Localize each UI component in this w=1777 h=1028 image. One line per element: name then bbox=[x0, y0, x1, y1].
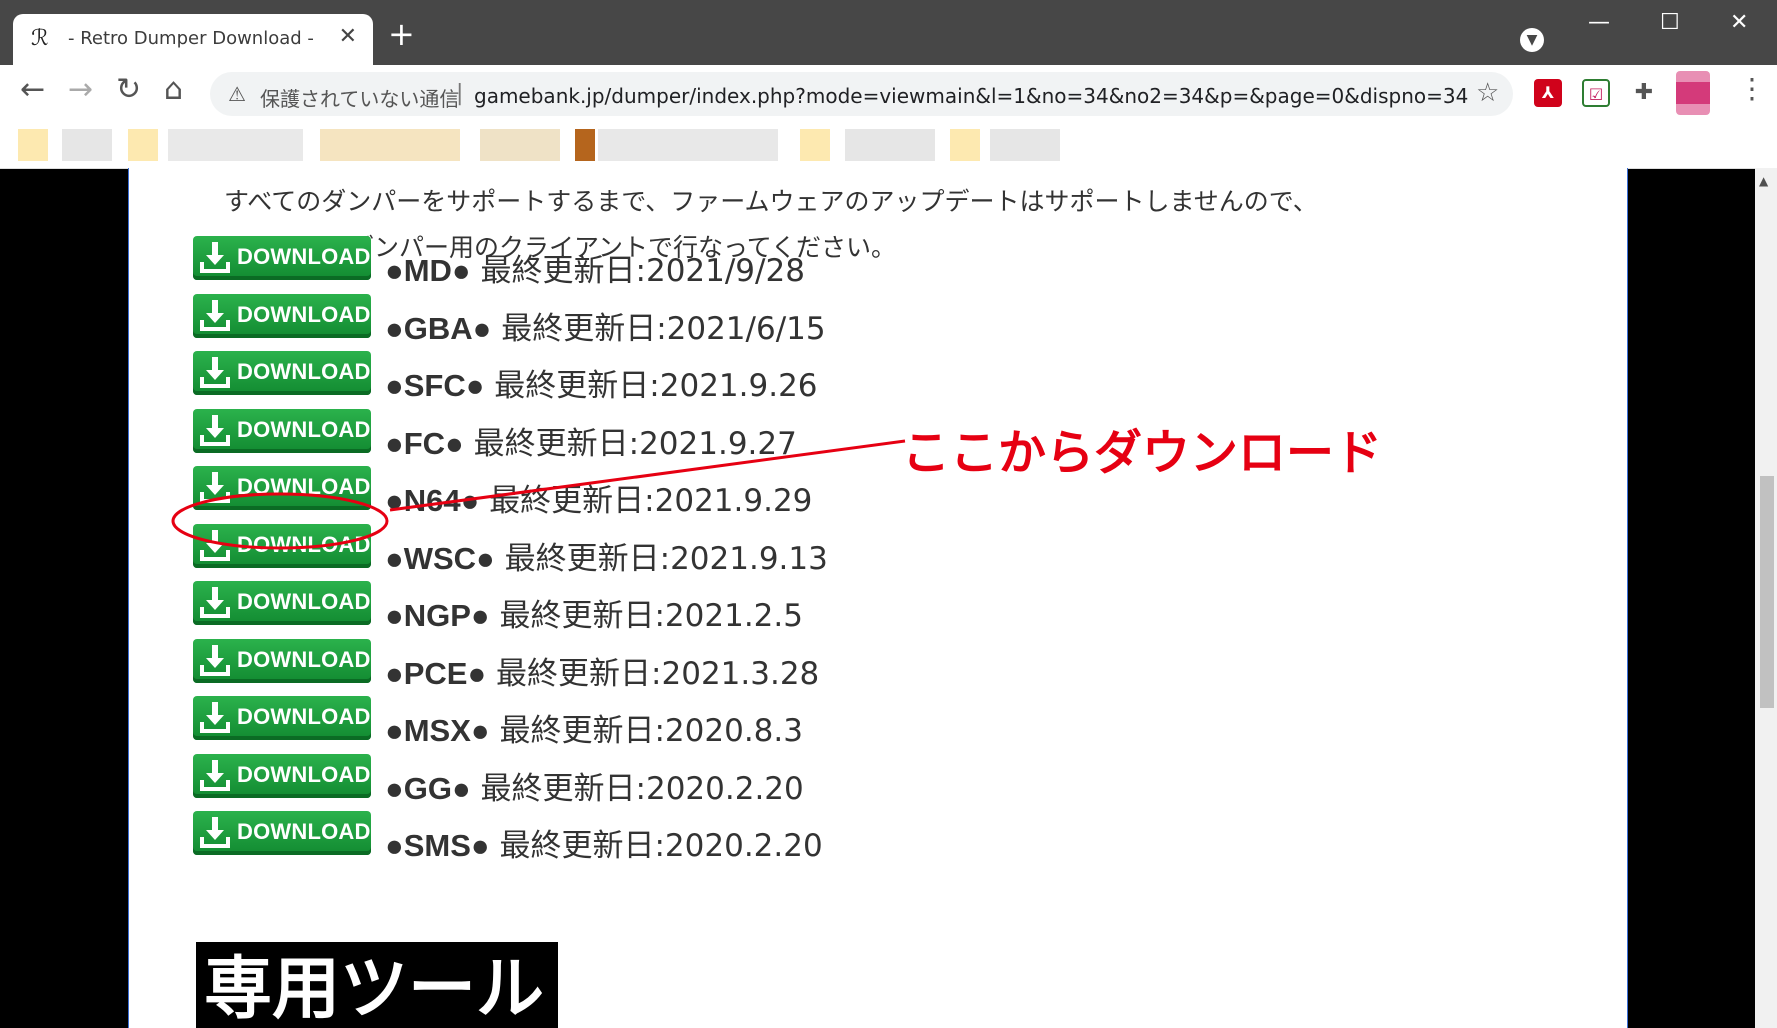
scroll-up-icon[interactable]: ▲ bbox=[1759, 174, 1768, 188]
annotation-overlay bbox=[171, 439, 906, 550]
annotation-ellipse bbox=[171, 492, 389, 550]
annotation-arrow-line bbox=[389, 439, 906, 512]
annotation-label: ここからダウンロード bbox=[902, 425, 1383, 481]
page-scrollbar[interactable]: ▲ bbox=[1755, 168, 1777, 1028]
scroll-thumb[interactable] bbox=[1760, 476, 1774, 708]
